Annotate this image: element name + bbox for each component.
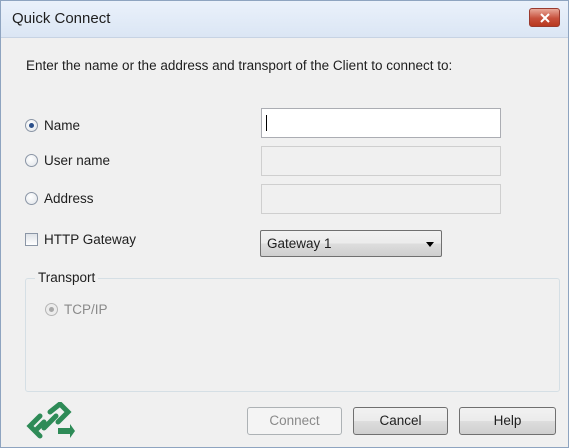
tcp-ip-label: TCP/IP bbox=[64, 301, 108, 317]
connect-button[interactable]: Connect bbox=[247, 407, 342, 435]
transport-group-label: Transport bbox=[35, 270, 99, 285]
gateway-select-value: Gateway 1 bbox=[267, 236, 332, 251]
user-name-field[interactable] bbox=[261, 146, 501, 176]
cancel-button[interactable]: Cancel bbox=[353, 407, 448, 435]
text-caret bbox=[266, 115, 267, 131]
address-radio[interactable] bbox=[25, 191, 38, 205]
title-bar: Quick Connect bbox=[1, 1, 568, 38]
close-button[interactable] bbox=[529, 8, 560, 27]
name-field[interactable] bbox=[266, 110, 496, 136]
user-name-radio-option[interactable]: User name bbox=[25, 151, 110, 169]
dialog-content: Enter the name or the address and transp… bbox=[1, 38, 568, 447]
tcp-ip-radio bbox=[45, 302, 58, 316]
quick-connect-dialog: Quick Connect Enter the name or the addr… bbox=[0, 0, 569, 448]
http-gateway-option[interactable]: HTTP Gateway bbox=[25, 232, 136, 247]
link-logo-icon bbox=[26, 402, 75, 439]
transport-group bbox=[25, 278, 560, 392]
address-radio-option[interactable]: Address bbox=[25, 189, 94, 207]
http-gateway-checkbox[interactable] bbox=[25, 233, 38, 246]
instruction-text: Enter the name or the address and transp… bbox=[26, 58, 453, 73]
user-name-radio-label: User name bbox=[44, 152, 111, 168]
http-gateway-label: HTTP Gateway bbox=[44, 232, 137, 247]
name-radio[interactable] bbox=[25, 118, 38, 132]
chevron-down-icon bbox=[426, 242, 434, 247]
user-name-radio[interactable] bbox=[25, 153, 38, 167]
address-radio-label: Address bbox=[44, 190, 94, 206]
gateway-select[interactable]: Gateway 1 bbox=[260, 230, 442, 257]
name-radio-option[interactable]: Name bbox=[25, 116, 80, 134]
name-radio-label: Name bbox=[44, 117, 81, 133]
address-field[interactable] bbox=[261, 184, 501, 214]
help-button[interactable]: Help bbox=[459, 407, 556, 435]
tcp-ip-radio-option: TCP/IP bbox=[45, 300, 108, 318]
window-title: Quick Connect bbox=[12, 10, 111, 27]
name-field-box bbox=[261, 108, 501, 138]
close-icon bbox=[540, 13, 550, 23]
